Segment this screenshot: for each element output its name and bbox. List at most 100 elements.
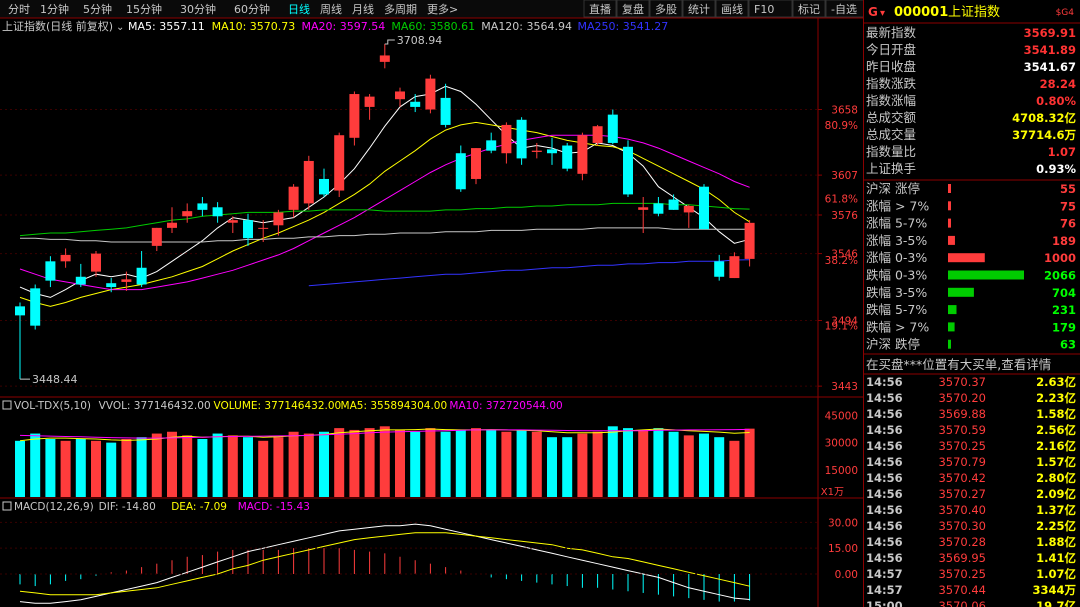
candle xyxy=(364,96,375,107)
candle xyxy=(136,267,147,285)
candle xyxy=(516,119,527,159)
stat-value: 0.80% xyxy=(1036,94,1076,108)
candle xyxy=(288,186,299,210)
quote-prefix: G xyxy=(868,5,878,19)
volume-bar xyxy=(30,433,41,497)
candle xyxy=(91,253,101,272)
tab-period[interactable]: 1分钟 xyxy=(40,2,69,16)
tab-period[interactable]: 分时 xyxy=(8,3,30,16)
tab-period[interactable]: 60分钟 xyxy=(234,2,270,16)
settings-icon[interactable] xyxy=(2,400,12,410)
stat-label: 今日开盘 xyxy=(866,42,916,57)
candle xyxy=(243,220,253,239)
high-marker xyxy=(384,39,395,45)
volume-bar xyxy=(607,426,618,497)
volume-bar xyxy=(303,433,314,497)
macd-legend-item: MACD: -15.43 xyxy=(238,501,310,513)
macd-legend-item: MACD(12,26,9) xyxy=(14,501,94,513)
tick-price: 3570.40 xyxy=(938,503,986,517)
tick-time: 14:56 xyxy=(866,503,903,517)
chevron-down-icon[interactable]: ⌄ xyxy=(116,22,124,33)
stat-value: 37714.6万 xyxy=(1012,128,1076,142)
candle xyxy=(668,199,679,210)
tick-time: 14:56 xyxy=(866,519,903,533)
candle xyxy=(395,91,405,100)
ma-legend-item: MA120: 3564.94 xyxy=(481,20,572,33)
volume-bar xyxy=(410,431,421,497)
macd-axis: 30.00 15.00 0.00 xyxy=(0,517,858,581)
tab-period[interactable]: 多周期 xyxy=(384,2,417,16)
macd-tick-label: 30.00 xyxy=(828,517,858,529)
breadth-bar xyxy=(948,201,951,211)
toolbar-button[interactable]: F10 xyxy=(754,3,774,16)
volume-bar xyxy=(75,439,86,497)
breadth-label: 沪深 涨停 xyxy=(866,181,920,196)
tick-amount: 2.23亿 xyxy=(1036,391,1076,405)
tab-period[interactable]: 15分钟 xyxy=(126,2,162,16)
toolbar-button[interactable]: -自选 xyxy=(831,3,857,16)
volume-bar xyxy=(197,439,208,497)
candle xyxy=(379,55,390,62)
ma-lines xyxy=(19,85,750,307)
tick-price: 3569.95 xyxy=(938,551,986,565)
candle xyxy=(319,178,329,195)
candle xyxy=(547,149,557,154)
settings-icon[interactable] xyxy=(2,501,12,511)
volume-bar xyxy=(45,439,56,497)
high-label: 3708.94 xyxy=(397,34,443,47)
volume-bar xyxy=(531,431,542,497)
ma-legend-item: MA60: 3580.61 xyxy=(391,20,475,33)
toolbar-button[interactable]: 画线 xyxy=(721,2,743,16)
candle xyxy=(167,222,177,228)
breadth-bar xyxy=(948,184,951,193)
tick-amount: 1.07亿 xyxy=(1036,567,1076,581)
vol-legend-item: VVOL: 377146432.00 xyxy=(99,400,211,412)
breadth-value: 63 xyxy=(1060,338,1076,352)
tab-period[interactable]: 月线 xyxy=(352,2,374,16)
candle xyxy=(15,306,25,316)
tick-time: 14:56 xyxy=(866,471,903,485)
price-grid xyxy=(0,108,818,387)
stat-value: 3541.89 xyxy=(1024,43,1076,57)
tab-period[interactable]: 5分钟 xyxy=(83,2,112,16)
tick-time: 14:56 xyxy=(866,391,903,405)
ma-line-ma20 xyxy=(19,134,750,291)
tick-time: 14:57 xyxy=(866,583,903,597)
candle xyxy=(729,256,740,279)
candle xyxy=(455,153,466,190)
volume-bar xyxy=(425,428,436,497)
tab-period[interactable]: 日线 xyxy=(288,2,310,16)
breadth-value: 189 xyxy=(1052,234,1076,248)
tick-price: 3570.25 xyxy=(938,567,986,581)
breadth-label: 涨幅 5-7% xyxy=(866,216,927,231)
breadth-value: 75 xyxy=(1060,199,1076,213)
volume-bar xyxy=(486,429,497,497)
tab-period[interactable]: 更多> xyxy=(427,2,458,16)
tick-time: 14:56 xyxy=(866,375,903,389)
volume-bar xyxy=(638,429,649,497)
candle xyxy=(440,97,451,125)
toolbar-button[interactable]: 直播 xyxy=(589,2,611,16)
toolbar-button[interactable]: 统计 xyxy=(688,3,710,16)
tick-time: 14:56 xyxy=(866,487,903,501)
pct-tick-label: 80.9% xyxy=(825,120,858,132)
candle xyxy=(182,211,193,217)
chevron-down-icon[interactable]: ▾ xyxy=(880,8,885,19)
toolbar-button[interactable]: 多股 xyxy=(655,2,677,16)
candle xyxy=(638,207,649,210)
candle xyxy=(531,150,542,152)
tick-amount: 1.57亿 xyxy=(1036,455,1076,469)
volume-bar xyxy=(349,429,360,497)
price-tick-label: 3658 xyxy=(831,104,858,116)
volume-bar xyxy=(212,433,223,497)
tab-period[interactable]: 周线 xyxy=(320,2,342,16)
tab-period[interactable]: 30分钟 xyxy=(180,2,216,16)
toolbar-button[interactable]: 复盘 xyxy=(622,2,644,16)
toolbar-button[interactable]: 标记 xyxy=(798,2,820,16)
macd-tick-label: 15.00 xyxy=(828,543,858,555)
tick-amount: 19.7亿 xyxy=(1036,599,1076,607)
stat-label: 指数涨跌 xyxy=(866,76,917,91)
candle xyxy=(577,135,588,174)
breadth-bar xyxy=(948,270,1024,280)
notice-link[interactable]: 在买盘***位置有大买单,查看详情 xyxy=(866,357,1051,372)
